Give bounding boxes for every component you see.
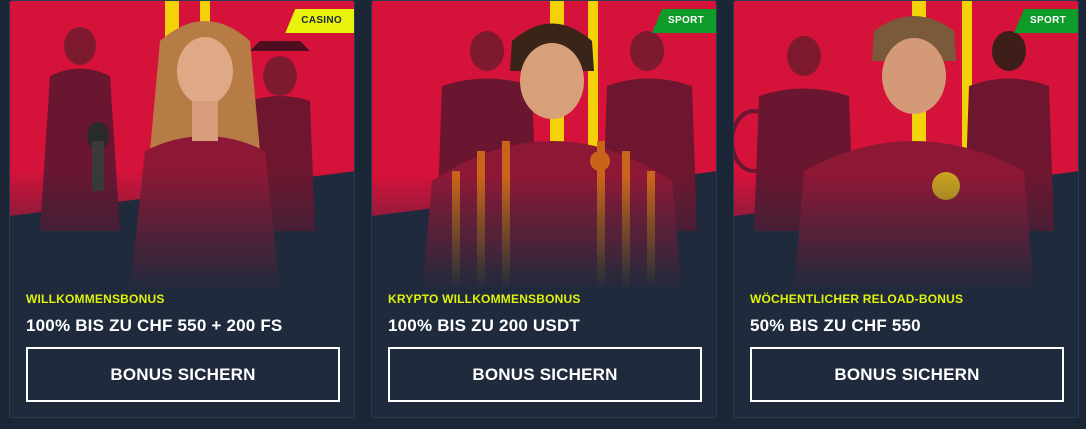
bonus-offer-text: 100% BIS ZU 200 USDT [388,316,581,335]
promo-card-reload[interactable]: SPORT WÖCHENTLICHER RELOAD-BONUS 50% BIS… [733,0,1079,418]
promo-card-crypto[interactable]: SPORT KRYPTO WILLKOMMENSBONUS 100% BIS Z… [371,0,717,418]
promo-image-crypto [372,1,716,291]
category-badge-sport: SPORT [1014,9,1078,33]
category-badge-sport: SPORT [652,9,716,33]
promo-cards: CASINO WILLKOMMENSBONUS 100% BIS ZU CHF … [0,0,1086,429]
claim-bonus-button[interactable]: BONUS SICHERN [750,347,1064,402]
promo-image-casino [10,1,354,291]
category-badge-casino: CASINO [285,9,354,33]
bonus-offer-text: 50% BIS ZU CHF 550 [750,316,921,335]
claim-bonus-button[interactable]: BONUS SICHERN [388,347,702,402]
claim-bonus-button[interactable]: BONUS SICHERN [26,347,340,402]
promo-card-casino[interactable]: CASINO WILLKOMMENSBONUS 100% BIS ZU CHF … [9,0,355,418]
bonus-type-label: WILLKOMMENSBONUS [26,292,165,306]
bonus-offer-text: 100% BIS ZU CHF 550 + 200 FS [26,316,283,335]
bonus-type-label: WÖCHENTLICHER RELOAD-BONUS [750,292,964,306]
bonus-type-label: KRYPTO WILLKOMMENSBONUS [388,292,581,306]
promo-image-reload [734,1,1078,291]
